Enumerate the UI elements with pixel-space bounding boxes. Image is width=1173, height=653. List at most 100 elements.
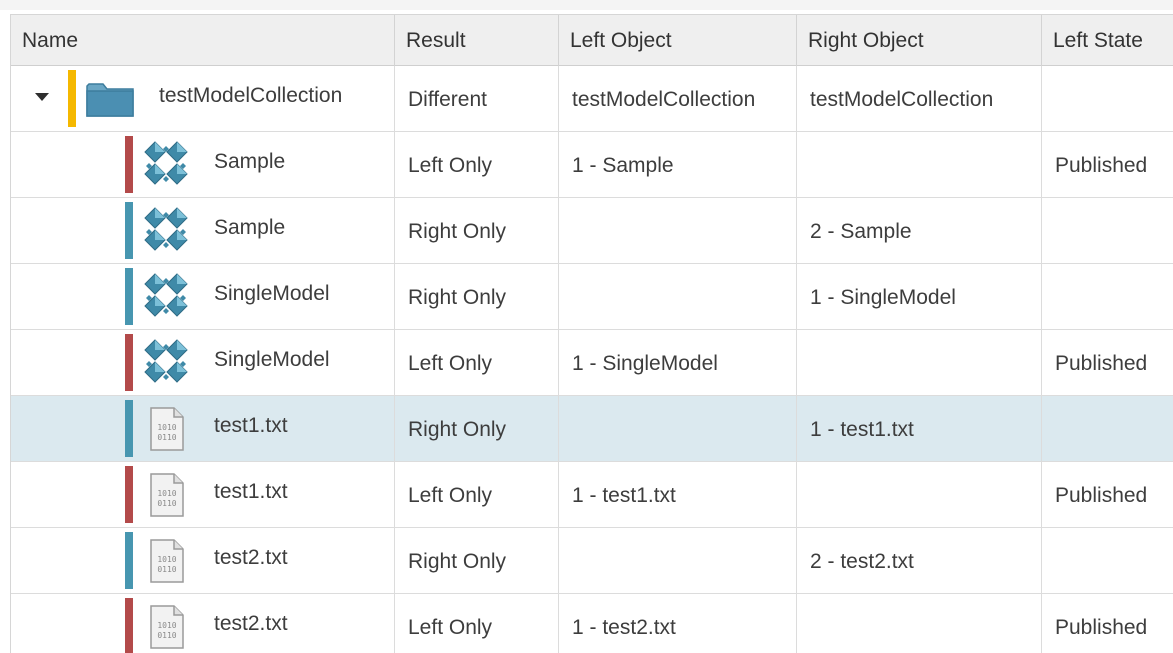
folder-icon <box>85 78 135 126</box>
table-row[interactable]: SingleModel Right Only 1 - SingleModel <box>11 264 1173 330</box>
table-row[interactable]: Sample Right Only 2 - Sample <box>11 198 1173 264</box>
comparison-window: Name Result Left Object Right Object Lef… <box>0 0 1173 653</box>
table-row[interactable]: 1010 0110 test1.txt Left Only 1 - test1.txt P… <box>11 462 1173 528</box>
binary-file-icon: 1010 0110 <box>148 472 186 524</box>
left-object-cell <box>559 264 797 330</box>
result-cell-text: Left Only <box>408 352 493 375</box>
left-object-cell: 1 - test2.txt <box>559 594 797 653</box>
left-state-cell: Published <box>1042 132 1173 198</box>
table-row[interactable]: Sample Left Only 1 - Sample Published <box>11 132 1173 198</box>
name-cell: Sample <box>11 132 395 198</box>
left-object-cell: 1 - test1.txt <box>559 462 797 528</box>
item-name-label: SingleModel <box>214 282 330 305</box>
result-cell: Left Only <box>395 132 559 198</box>
model-icon <box>143 206 191 260</box>
right-only-indicator-bar <box>125 400 133 457</box>
table-row[interactable]: 1010 0110 test2.txt Right Only 2 - test2.txt <box>11 528 1173 594</box>
left-object-cell-text: 1 - test2.txt <box>572 616 676 639</box>
expand-collapse-toggle[interactable] <box>35 93 49 101</box>
left-object-cell-text: 1 - SingleModel <box>572 352 718 375</box>
top-strip <box>0 0 1173 10</box>
left-state-cell <box>1042 66 1173 132</box>
table-row[interactable]: testModelCollection Different testModelCol… <box>11 66 1173 132</box>
result-cell: Left Only <box>395 462 559 528</box>
item-name-label: Sample <box>214 216 286 239</box>
right-only-indicator-bar <box>125 532 133 589</box>
right-object-cell: 1 - SingleModel <box>797 264 1042 330</box>
binary-file-icon: 1010 0110 <box>148 538 186 590</box>
right-object-cell-text: 2 - test2.txt <box>810 550 914 573</box>
table-row[interactable]: SingleModel Left Only 1 - SingleModel Publi… <box>11 330 1173 396</box>
svg-text:0110: 0110 <box>157 565 176 574</box>
right-only-indicator-bar <box>125 202 133 259</box>
left-object-cell: 1 - Sample <box>559 132 797 198</box>
svg-text:1010: 1010 <box>157 489 176 498</box>
left-state-cell <box>1042 528 1173 594</box>
left-state-cell: Published <box>1042 462 1173 528</box>
left-only-indicator-bar <box>125 466 133 523</box>
binary-file-icon: 1010 0110 <box>148 406 186 458</box>
item-name-label: SingleModel <box>214 348 330 371</box>
right-object-cell: 2 - test2.txt <box>797 528 1042 594</box>
left-object-cell-text: 1 - test1.txt <box>572 484 676 507</box>
right-object-cell <box>797 132 1042 198</box>
left-state-cell <box>1042 198 1173 264</box>
right-only-indicator-bar <box>125 268 133 325</box>
column-header-right-object[interactable]: Right Object <box>797 15 1042 67</box>
column-header-left-state[interactable]: Left State <box>1042 15 1173 67</box>
column-header-name[interactable]: Name <box>11 15 395 67</box>
model-icon <box>143 338 191 392</box>
item-name-label: test2.txt <box>214 612 288 635</box>
right-object-cell: 1 - test1.txt <box>797 396 1042 462</box>
result-cell: Right Only <box>395 198 559 264</box>
column-header-row: Name Result Left Object Right Object Lef… <box>11 14 1173 67</box>
item-name-label: testModelCollection <box>159 84 343 107</box>
right-object-cell-text: testModelCollection <box>810 88 994 111</box>
name-cell: Sample <box>11 198 395 264</box>
left-only-indicator-bar <box>125 334 133 391</box>
left-object-cell: testModelCollection <box>559 66 797 132</box>
left-state-cell <box>1042 396 1173 462</box>
right-object-cell: 2 - Sample <box>797 198 1042 264</box>
left-state-cell-text: Published <box>1055 352 1148 375</box>
left-state-cell-text: Published <box>1055 154 1148 177</box>
right-object-cell-text: 2 - Sample <box>810 220 912 243</box>
right-object-cell-text: 1 - test1.txt <box>810 418 914 441</box>
result-cell-text: Right Only <box>408 286 507 309</box>
left-state-cell-text: Published <box>1055 616 1148 639</box>
result-cell-text: Different <box>408 88 487 111</box>
name-cell: 1010 0110 test2.txt <box>11 528 395 594</box>
collection-indicator-bar <box>68 70 76 127</box>
table-row[interactable]: 1010 0110 test1.txt Right Only 1 - test1.txt <box>11 396 1173 462</box>
left-state-cell <box>1042 264 1173 330</box>
result-cell-text: Left Only <box>408 616 493 639</box>
right-object-cell-text: 1 - SingleModel <box>810 286 956 309</box>
model-icon <box>143 272 191 326</box>
name-cell: 1010 0110 test2.txt <box>11 594 395 653</box>
svg-text:1010: 1010 <box>157 621 176 630</box>
column-header-result[interactable]: Result <box>395 15 559 67</box>
left-state-cell-text: Published <box>1055 484 1148 507</box>
right-object-cell <box>797 594 1042 653</box>
left-state-cell: Published <box>1042 594 1173 653</box>
result-cell: Left Only <box>395 594 559 653</box>
item-name-label: test1.txt <box>214 414 288 437</box>
comparison-grid: Name Result Left Object Right Object Lef… <box>10 14 1173 653</box>
svg-text:0110: 0110 <box>157 499 176 508</box>
left-object-cell-text: 1 - Sample <box>572 154 674 177</box>
svg-text:0110: 0110 <box>157 631 176 640</box>
result-cell-text: Left Only <box>408 484 493 507</box>
svg-text:0110: 0110 <box>157 433 176 442</box>
name-cell: 1010 0110 test1.txt <box>11 462 395 528</box>
name-cell: SingleModel <box>11 264 395 330</box>
left-object-cell <box>559 528 797 594</box>
right-object-cell <box>797 330 1042 396</box>
left-object-cell: 1 - SingleModel <box>559 330 797 396</box>
item-name-label: Sample <box>214 150 286 173</box>
result-cell-text: Right Only <box>408 220 507 243</box>
table-row[interactable]: 1010 0110 test2.txt Left Only 1 - test2.txt P… <box>11 594 1173 653</box>
left-only-indicator-bar <box>125 136 133 193</box>
left-state-cell: Published <box>1042 330 1173 396</box>
column-header-left-object[interactable]: Left Object <box>559 15 797 67</box>
model-icon <box>143 140 191 194</box>
